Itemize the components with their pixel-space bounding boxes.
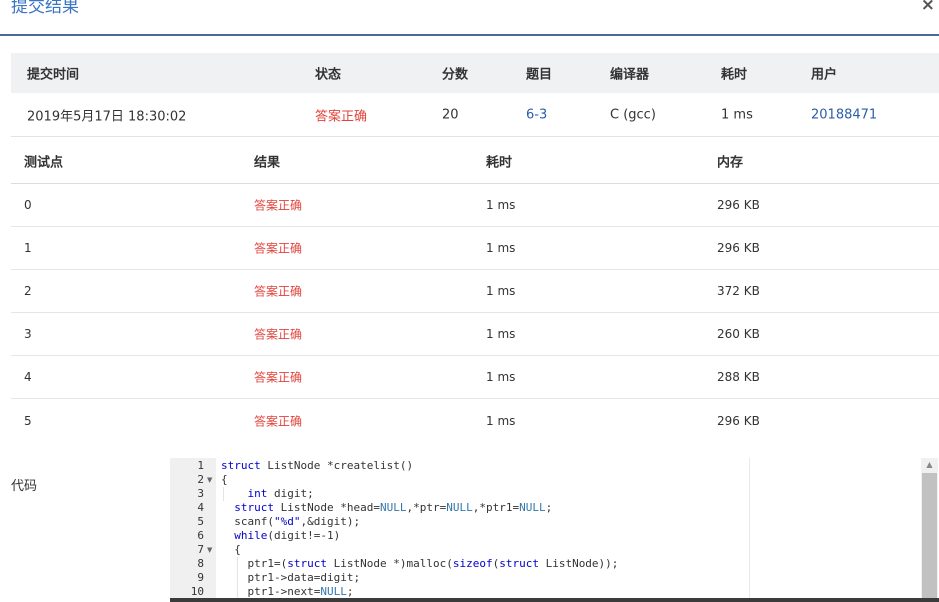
point-result: 答案正确 bbox=[254, 284, 303, 299]
code-line: struct ListNode *head=NULL,*ptr=NULL,*pt… bbox=[234, 501, 553, 514]
header-problem: 题目 bbox=[526, 67, 553, 83]
point-memory: 296 KB bbox=[717, 198, 760, 212]
compiler-value: C (gcc) bbox=[610, 107, 656, 122]
test-point-table: 测试点 结果 耗时 内存 0 答案正确 1 ms 296 KB 1 答案正确 1… bbox=[11, 138, 939, 442]
point-result: 答案正确 bbox=[254, 327, 303, 342]
modal-header: 提交结果 × bbox=[0, 0, 939, 36]
header-status: 状态 bbox=[315, 67, 342, 83]
problem-link[interactable]: 6-3 bbox=[526, 107, 547, 122]
code-line: ptr1=(struct ListNode *)malloc(sizeof(st… bbox=[221, 557, 619, 570]
header-elapsed: 耗时 bbox=[721, 67, 748, 83]
line-number: 6 bbox=[197, 529, 204, 542]
line-number: 8 bbox=[197, 557, 204, 570]
point-result: 答案正确 bbox=[254, 241, 303, 256]
summary-header-row: 提交时间 状态 分数 题目 编译器 耗时 用户 bbox=[11, 53, 939, 93]
point-result: 答案正确 bbox=[254, 198, 303, 213]
line-number: 1 bbox=[197, 459, 204, 472]
code-line: { bbox=[221, 473, 228, 486]
point-memory: 260 KB bbox=[717, 327, 760, 341]
header-test-point: 测试点 bbox=[24, 155, 64, 170]
point-result: 答案正确 bbox=[254, 414, 303, 428]
header-memory: 内存 bbox=[717, 155, 744, 170]
point-result: 答案正确 bbox=[254, 370, 303, 385]
horizontal-scrollbar[interactable] bbox=[170, 598, 939, 602]
summary-row: 2019年5月17日 18:30:02 答案正确 20 6-3 C (gcc) … bbox=[11, 93, 939, 137]
line-number: 10 bbox=[190, 585, 204, 598]
point-memory: 372 KB bbox=[717, 284, 760, 298]
point-id: 1 bbox=[24, 241, 32, 255]
table-row: 0 答案正确 1 ms 296 KB bbox=[11, 184, 939, 227]
header-compiler: 编译器 bbox=[610, 67, 650, 83]
point-id: 3 bbox=[24, 327, 32, 341]
line-number-gutter: 1 2 ▼ 3 4 5 6 7 ▼ 8 9 10 bbox=[170, 458, 216, 602]
summary-table: 提交时间 状态 分数 题目 编译器 耗时 用户 2019年5月17日 18:30… bbox=[11, 53, 939, 137]
code-label: 代码 bbox=[11, 479, 38, 494]
point-id: 5 bbox=[24, 413, 32, 428]
status-badge: 答案正确 bbox=[315, 109, 368, 124]
code-line: ptr1->next=NULL; bbox=[221, 585, 354, 598]
code-line: int digit; bbox=[247, 487, 314, 500]
code-scrollbar[interactable]: ▲ bbox=[921, 458, 938, 602]
code-line: struct ListNode *createlist() bbox=[221, 459, 414, 472]
elapsed-value: 1 ms bbox=[721, 107, 753, 122]
print-margin bbox=[749, 458, 750, 602]
point-memory: 296 KB bbox=[717, 241, 760, 255]
table-row: 5 答案正确 1 ms 296 KB bbox=[11, 399, 939, 442]
fold-arrow-icon[interactable]: ▼ bbox=[207, 473, 212, 487]
table-row: 4 答案正确 1 ms 288 KB bbox=[11, 356, 939, 399]
point-time: 1 ms bbox=[486, 284, 516, 298]
header-time: 耗时 bbox=[486, 155, 513, 170]
point-time: 1 ms bbox=[486, 241, 516, 255]
point-time: 1 ms bbox=[486, 198, 516, 212]
line-number: 5 bbox=[197, 515, 204, 528]
user-link[interactable]: 20188471 bbox=[811, 107, 877, 122]
code-line: ptr1->data=digit; bbox=[221, 571, 361, 584]
modal-title: 提交结果 bbox=[11, 0, 79, 17]
scroll-up-arrow-icon[interactable]: ▲ bbox=[921, 458, 938, 472]
submit-time: 2019年5月17日 18:30:02 bbox=[27, 109, 187, 124]
code-line: while(digit!=-1) bbox=[234, 529, 341, 542]
code-text-area[interactable]: struct ListNode *createlist() { int digi… bbox=[216, 458, 749, 602]
code-editor[interactable]: 1 2 ▼ 3 4 5 6 7 ▼ 8 9 10 struct ListNode… bbox=[170, 458, 939, 602]
header-result: 结果 bbox=[254, 155, 281, 170]
point-memory: 296 KB bbox=[717, 413, 760, 428]
code-line: scanf("%d",&digit); bbox=[221, 515, 361, 528]
point-time: 1 ms bbox=[486, 413, 516, 428]
point-id: 4 bbox=[24, 370, 32, 384]
fold-arrow-icon[interactable]: ▼ bbox=[207, 543, 212, 557]
line-number: 3 bbox=[197, 487, 204, 500]
header-submit-time: 提交时间 bbox=[27, 67, 80, 83]
scroll-thumb[interactable] bbox=[922, 473, 937, 602]
point-id: 2 bbox=[24, 284, 32, 298]
point-time: 1 ms bbox=[486, 327, 516, 341]
line-number: 4 bbox=[197, 501, 204, 514]
points-header-row: 测试点 结果 耗时 内存 bbox=[11, 138, 939, 184]
table-row: 3 答案正确 1 ms 260 KB bbox=[11, 313, 939, 356]
header-score: 分数 bbox=[442, 67, 469, 83]
header-user: 用户 bbox=[811, 67, 838, 83]
point-id: 0 bbox=[24, 198, 32, 212]
line-number: 9 bbox=[197, 571, 204, 584]
close-icon[interactable]: × bbox=[921, 0, 935, 15]
line-number: 2 bbox=[197, 473, 204, 486]
score-value: 20 bbox=[442, 107, 459, 122]
line-number: 7 bbox=[197, 543, 204, 556]
point-memory: 288 KB bbox=[717, 370, 760, 384]
point-time: 1 ms bbox=[486, 370, 516, 384]
code-line: { bbox=[221, 543, 241, 556]
table-row: 2 答案正确 1 ms 372 KB bbox=[11, 270, 939, 313]
table-row: 1 答案正确 1 ms 296 KB bbox=[11, 227, 939, 270]
